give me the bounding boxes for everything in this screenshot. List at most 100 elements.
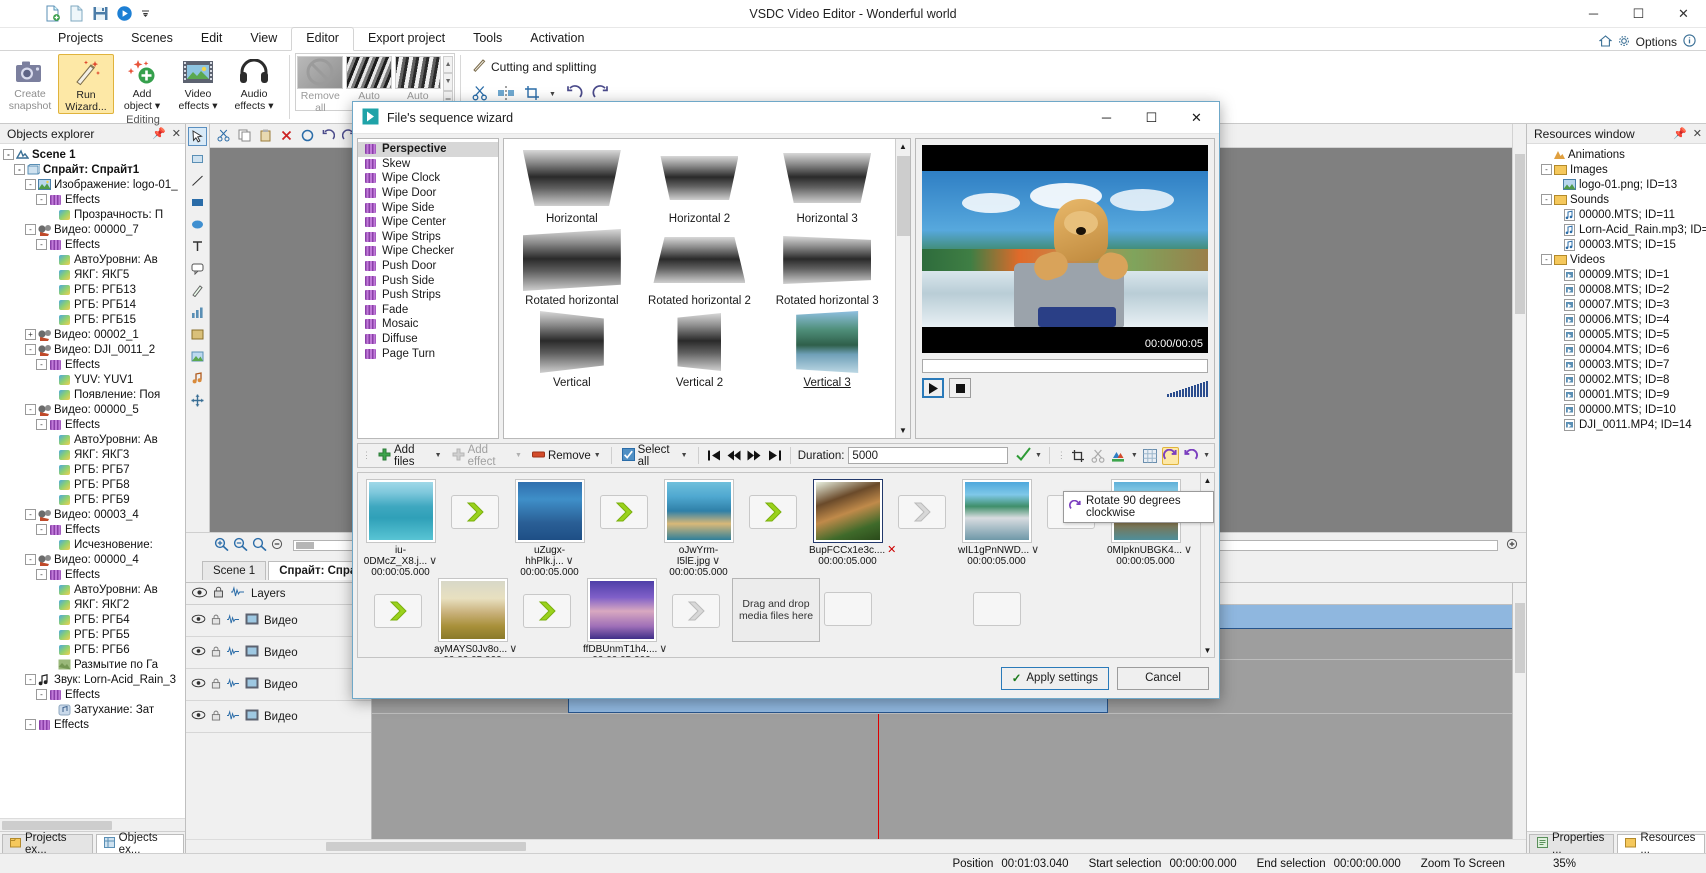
- tree-expander[interactable]: -: [36, 419, 47, 430]
- transition-slot[interactable]: [439, 479, 511, 578]
- transition-category-list[interactable]: PerspectiveSkewWipe ClockWipe DoorWipe S…: [357, 138, 499, 439]
- resources-tree-node[interactable]: 00005.MTS; ID=5: [1530, 327, 1706, 342]
- create-snapshot-button[interactable]: Create snapshot: [2, 54, 58, 112]
- objects-tree-node[interactable]: Появление: Поя: [3, 387, 185, 402]
- tree-expander[interactable]: -: [36, 194, 47, 205]
- cutting-splitting-label[interactable]: Cutting and splitting: [491, 60, 596, 74]
- sprite-tool[interactable]: [188, 325, 207, 344]
- preview-seek-slider[interactable]: [922, 359, 1208, 373]
- preview-play-button[interactable]: [922, 378, 944, 398]
- add-effect-dropdown-icon[interactable]: ▼: [515, 452, 522, 459]
- transition-category-item[interactable]: Skew: [358, 157, 498, 172]
- objects-tree-node[interactable]: -Спрайт: Спрайт1: [3, 162, 185, 177]
- transition-preset[interactable]: Rotated horizontal: [508, 229, 636, 311]
- resources-tree-node[interactable]: 00009.MTS; ID=1: [1530, 267, 1706, 282]
- pan-tool[interactable]: [188, 149, 207, 168]
- add-files-button[interactable]: Add files ▼: [375, 443, 445, 469]
- dialog-minimize-button[interactable]: ─: [1084, 102, 1129, 133]
- resources-tree-node[interactable]: 00007.MTS; ID=3: [1530, 297, 1706, 312]
- transition-category-item[interactable]: Diffuse: [358, 332, 498, 347]
- gallery-scroll-down-icon[interactable]: ▼: [896, 423, 910, 438]
- empty-transition-slot[interactable]: [958, 578, 1035, 658]
- tree-expander[interactable]: -: [25, 509, 36, 520]
- tree-expander[interactable]: -: [25, 554, 36, 565]
- close-icon[interactable]: ✕: [1693, 127, 1702, 140]
- resources-tree-node[interactable]: 00002.MTS; ID=8: [1530, 372, 1706, 387]
- cut-icon[interactable]: [1090, 447, 1106, 465]
- lock-icon[interactable]: [213, 586, 224, 601]
- dock-tab-properties[interactable]: Properties ...: [1529, 834, 1614, 853]
- pin-icon[interactable]: 📌: [1673, 127, 1687, 140]
- transition-category-item[interactable]: Page Turn: [358, 346, 498, 361]
- tree-expander[interactable]: -: [1541, 254, 1552, 265]
- objects-explorer-hscrollbar[interactable]: [0, 818, 185, 831]
- objects-tree-node[interactable]: -Видео: 00000_7: [3, 222, 185, 237]
- objects-tree-node[interactable]: +Видео: 00002_1: [3, 327, 185, 342]
- grid-icon[interactable]: [1142, 447, 1158, 465]
- add-object-button[interactable]: Add object ▾: [114, 54, 170, 112]
- objects-tree-node[interactable]: -Звук: Lorn-Acid_Rain_3: [3, 672, 185, 687]
- remove-all-effect[interactable]: Remove all: [296, 54, 345, 114]
- dialog-close-button[interactable]: ✕: [1174, 102, 1219, 133]
- tree-expander[interactable]: -: [25, 719, 36, 730]
- rect-tool[interactable]: [188, 193, 207, 212]
- transition-chevron-icon[interactable]: [451, 495, 499, 529]
- empty-slot-box[interactable]: [824, 592, 872, 626]
- lock-icon[interactable]: [211, 678, 221, 692]
- gallery-scroll-thumb[interactable]: [897, 156, 910, 236]
- file-thumbnail[interactable]: [587, 578, 657, 642]
- file-sequence-item[interactable]: ffDBUnmT1h4....∨00:00:05.000: [583, 578, 660, 658]
- transition-chevron-icon[interactable]: [523, 594, 571, 628]
- transition-preset[interactable]: Vertical 2: [636, 311, 764, 393]
- waveform-icon[interactable]: [226, 614, 240, 628]
- ellipse-tool[interactable]: [188, 215, 207, 234]
- transition-category-item[interactable]: Wipe Strips: [358, 230, 498, 245]
- tree-expander[interactable]: -: [25, 179, 36, 190]
- resources-tree-node[interactable]: logo-01.png; ID=13: [1530, 177, 1706, 192]
- tab-editor[interactable]: Editor: [291, 27, 354, 51]
- tree-expander[interactable]: -: [25, 404, 36, 415]
- remove-button[interactable]: Remove ▼: [529, 449, 604, 463]
- canvas-vscrollbar[interactable]: [1512, 124, 1526, 532]
- objects-explorer-tree[interactable]: -Scene 1-Спрайт: Спрайт1-Изображение: lo…: [0, 144, 185, 818]
- objects-tree-node[interactable]: АвтоУровни: Ав: [3, 252, 185, 267]
- file-sequence-item[interactable]: ayMAYS0Jv8o...∨00:00:05.000: [434, 578, 511, 658]
- transition-gallery-items[interactable]: HorizontalHorizontal 2Horizontal 3 Rotate…: [504, 139, 895, 438]
- image-tool[interactable]: [188, 347, 207, 366]
- video-effects-button[interactable]: Video effects ▾: [170, 54, 226, 112]
- gallery-scrollbar[interactable]: ▲ ▼: [895, 139, 910, 438]
- transition-preset[interactable]: Horizontal: [508, 147, 636, 229]
- transition-preset[interactable]: Horizontal 2: [636, 147, 764, 229]
- resources-tree-node[interactable]: 00000.MTS; ID=11: [1530, 207, 1706, 222]
- objects-tree-node[interactable]: -Effects: [3, 237, 185, 252]
- remove-dropdown-icon[interactable]: ▼: [594, 452, 601, 459]
- objects-tree-node[interactable]: РГБ: РГБ5: [3, 627, 185, 642]
- lock-icon[interactable]: [211, 646, 221, 660]
- transition-chevron-icon[interactable]: [672, 594, 720, 628]
- transition-slot[interactable]: [886, 479, 958, 578]
- transition-chevron-icon[interactable]: [600, 495, 648, 529]
- pen-tool[interactable]: [188, 281, 207, 300]
- tree-expander[interactable]: -: [36, 524, 47, 535]
- tree-expander[interactable]: -: [1541, 164, 1552, 175]
- transition-slot[interactable]: [362, 578, 434, 658]
- eye-icon[interactable]: [191, 614, 206, 627]
- file-thumbnail[interactable]: [813, 479, 883, 543]
- transition-slot[interactable]: [660, 578, 732, 658]
- color-icon[interactable]: [1111, 447, 1127, 465]
- gallery-scroll-down-icon[interactable]: ▼: [443, 73, 453, 90]
- objects-tree-node[interactable]: ЯКГ: ЯКГ3: [3, 447, 185, 462]
- select-tool[interactable]: [188, 127, 207, 146]
- pin-icon[interactable]: 📌: [152, 127, 166, 140]
- zoom-fit-icon[interactable]: [252, 537, 267, 554]
- transition-category-item[interactable]: Push Side: [358, 273, 498, 288]
- resources-tree[interactable]: Animations-Imageslogo-01.png; ID=13-Soun…: [1527, 144, 1706, 831]
- transition-category-item[interactable]: Wipe Center: [358, 215, 498, 230]
- objects-tree-node[interactable]: YUV: YUV1: [3, 372, 185, 387]
- objects-tree-node[interactable]: -Видео: DJI_0011_2: [3, 342, 185, 357]
- transition-category-item[interactable]: Wipe Door: [358, 186, 498, 201]
- transition-slot[interactable]: [737, 479, 809, 578]
- transition-preset[interactable]: Horizontal 3: [763, 147, 891, 229]
- tree-expander[interactable]: -: [36, 569, 47, 580]
- timeline-layer-row[interactable]: Видео: [186, 701, 371, 733]
